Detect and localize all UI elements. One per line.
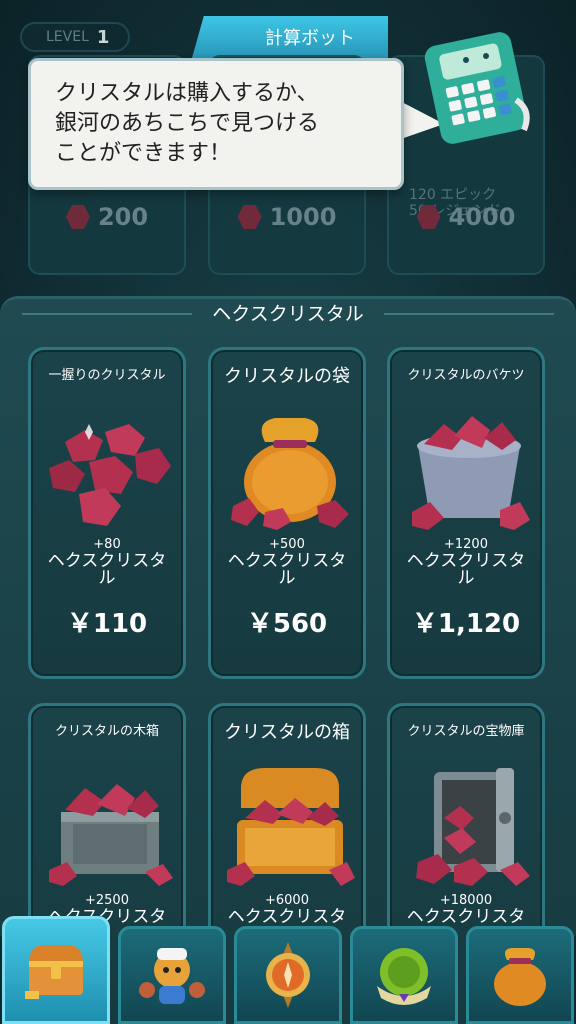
shop-item-handful[interactable]: 一握りのクリスタル +80 ヘクスクリスタル ￥110 bbox=[28, 347, 186, 679]
crystal-icon bbox=[416, 205, 441, 229]
item-name: 一握りのクリスタル bbox=[48, 368, 166, 383]
item-amount: +6000 bbox=[265, 893, 309, 908]
item-unit: ヘクスクリスタル bbox=[227, 551, 347, 588]
item-price[interactable]: ￥110 bbox=[31, 603, 183, 640]
item-name: クリスタルのバケツ bbox=[407, 368, 525, 383]
crystal-handful-icon bbox=[49, 424, 171, 526]
crystal-icon bbox=[65, 205, 90, 229]
nav-compass[interactable] bbox=[234, 926, 342, 1024]
gem-bag-icon bbox=[494, 948, 546, 1006]
speech-bubble[interactable]: クリスタルは購入するか、 銀河のあちこちで見つける ことができます！ bbox=[28, 58, 404, 190]
crystal-vault-icon bbox=[416, 768, 530, 886]
calculator-bot-icon bbox=[424, 32, 530, 144]
bundle-price-2: 1000 bbox=[210, 203, 364, 231]
compass-icon bbox=[266, 942, 310, 1008]
hex-crystal-shop: ヘクスクリスタル 一握りのクリスタル +80 ヘクスクリスタル ￥110 クリス… bbox=[0, 296, 576, 1024]
item-amount: +2500 bbox=[85, 893, 129, 908]
bottom-nav bbox=[0, 916, 576, 1024]
level-indicator: LEVEL 1 bbox=[20, 22, 130, 52]
level-value: 1 bbox=[96, 26, 110, 48]
crystal-chest-icon bbox=[227, 768, 355, 886]
level-label: LEVEL bbox=[46, 29, 89, 45]
item-amount: +1200 bbox=[444, 537, 488, 552]
item-amount: +80 bbox=[93, 537, 121, 552]
item-price[interactable]: ￥560 bbox=[211, 603, 363, 640]
nav-gem-bag[interactable] bbox=[466, 926, 574, 1024]
nav-character[interactable] bbox=[118, 926, 226, 1024]
bundle-price-1: 200 bbox=[30, 203, 184, 231]
item-name: クリスタルの木箱 bbox=[54, 724, 159, 739]
item-price[interactable]: ￥1,120 bbox=[390, 603, 542, 640]
item-name: クリスタルの宝物庫 bbox=[407, 724, 525, 739]
planet-icon bbox=[377, 948, 431, 1005]
treasure-chest-icon bbox=[25, 945, 83, 999]
top-area: LEVEL 1 計算ボット 200 1000 120 エピック 50 レジェンド… bbox=[0, 0, 576, 290]
crystal-icon bbox=[237, 205, 262, 229]
bundle-price-3: 4000 bbox=[389, 203, 543, 231]
nav-planet[interactable] bbox=[350, 926, 458, 1024]
shop-item-bucket[interactable]: クリスタルのバケツ +1200 ヘクスクリスタル ￥1,120 bbox=[387, 347, 545, 679]
item-amount: +500 bbox=[269, 537, 305, 552]
tab-calculator-bot[interactable]: 計算ボット bbox=[192, 16, 388, 58]
item-unit: ヘクスクリスタル bbox=[47, 551, 167, 588]
crystal-crate-icon bbox=[49, 784, 173, 886]
item-name: クリスタルの袋 bbox=[224, 366, 350, 387]
crystal-bucket-icon bbox=[412, 416, 530, 530]
item-name: クリスタルの箱 bbox=[224, 722, 350, 743]
item-unit: ヘクスクリスタル bbox=[406, 551, 526, 588]
character-icon bbox=[139, 948, 205, 1004]
shop-item-bag[interactable]: クリスタルの袋 +500 ヘクスクリスタル ￥560 bbox=[208, 347, 366, 679]
section-title: ヘクスクリスタル bbox=[0, 299, 576, 329]
nav-treasure[interactable] bbox=[2, 916, 110, 1024]
crystal-bag-icon bbox=[231, 418, 349, 530]
item-amount: +18000 bbox=[439, 893, 493, 908]
